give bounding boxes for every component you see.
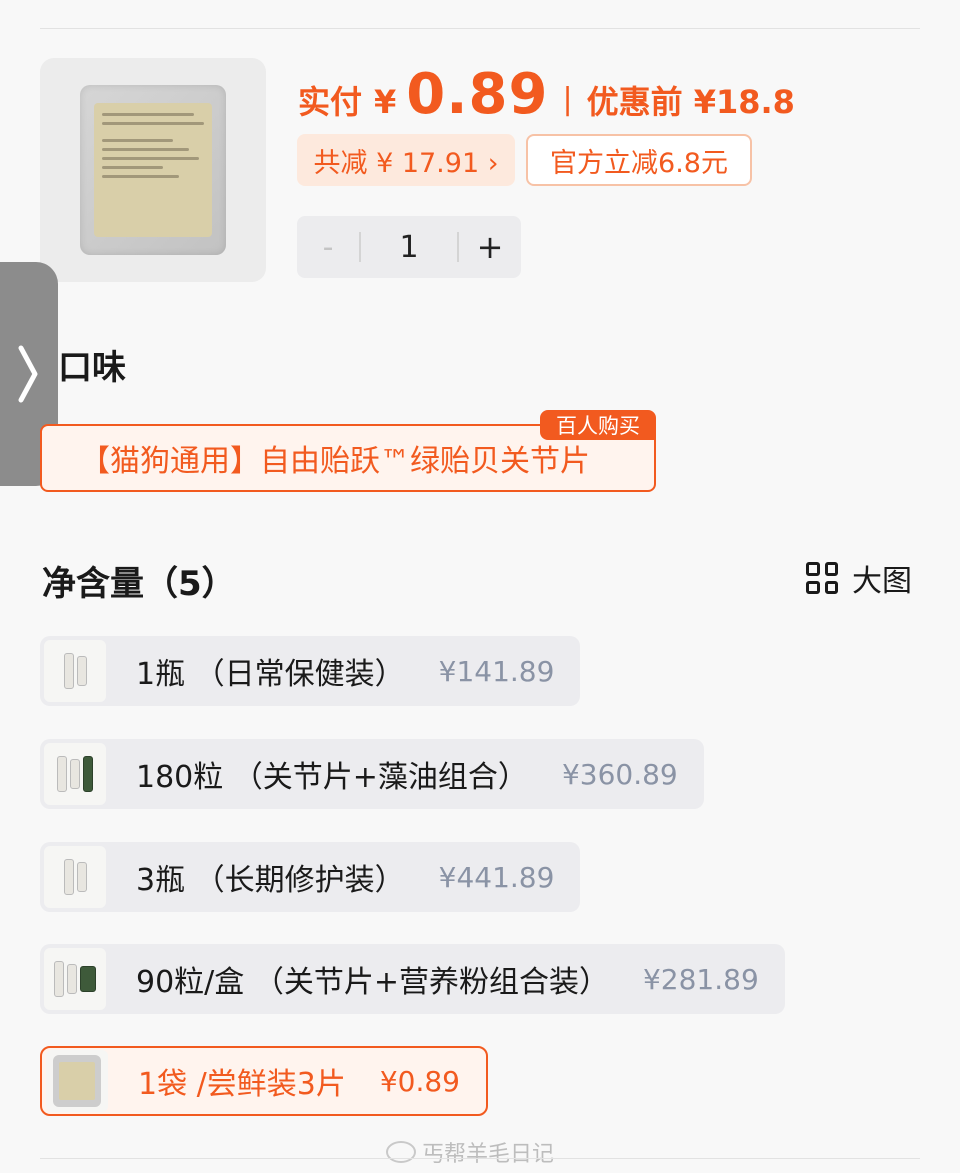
option-price: ¥0.89 [379,1064,460,1098]
before-discount-price: 优惠前 ¥18.8 [586,83,795,121]
quantity-value[interactable]: 1 [361,230,457,265]
option-thumbnail [44,948,106,1010]
total-reduction-chip[interactable]: 共减 ¥ 17.91 › [297,134,515,186]
top-divider [40,28,920,29]
watermark: 丐帮羊毛日记 [386,1136,554,1168]
flavor-section-title: 口味 [58,348,126,388]
price-line: 实付 ¥ 0.89 | 优惠前 ¥18.8 [298,62,795,127]
option-name: 180粒 （关节片+藻油组合） [136,760,528,795]
option-thumbnail [46,1050,108,1112]
price-separator: | [562,82,573,117]
popularity-badge: 百人购买 [540,410,656,440]
option-price: ¥360.89 [561,757,678,791]
watermark-text: 丐帮羊毛日记 [422,1142,555,1167]
size-option-2[interactable]: 180粒 （关节片+藻油组合） ¥360.89 [40,739,704,809]
option-name: 90粒/盒 （关节片+营养粉组合装） [136,965,609,1000]
option-thumbnail [44,743,106,805]
paid-label: 实付 [298,83,363,121]
option-thumbnail [44,640,106,702]
option-thumbnail [44,846,106,908]
product-image[interactable] [40,58,266,282]
bottom-divider [40,1158,920,1159]
size-option-3[interactable]: 3瓶 （长期修护装） ¥441.89 [40,842,581,912]
option-name: 3瓶 （长期修护装） [136,863,405,898]
option-price: ¥441.89 [438,860,555,894]
quantity-stepper: - 1 + [297,216,521,278]
official-discount-chip: 官方立减6.8元 [526,134,752,186]
size-option-4[interactable]: 90粒/盒 （关节片+营养粉组合装） ¥281.89 [40,944,785,1014]
paid-amount: 0.89 [406,62,549,127]
chevron-right-icon [18,345,38,403]
option-price: ¥141.89 [438,654,555,688]
decrease-button[interactable]: - [297,230,359,265]
option-name: 1袋 /尝鲜装3片 [138,1067,346,1102]
size-option-5-selected[interactable]: 1袋 /尝鲜装3片 ¥0.89 [40,1046,488,1116]
size-option-1[interactable]: 1瓶 （日常保健装） ¥141.89 [40,636,581,706]
option-price: ¥281.89 [642,962,759,996]
sachet-product-image [80,85,226,255]
grid-icon [806,562,838,594]
weibo-icon [386,1141,416,1163]
size-section-title: 净含量（5） [42,564,236,604]
option-name: 1瓶 （日常保健装） [136,657,405,692]
big-view-label: 大图 [852,564,912,599]
increase-button[interactable]: + [459,228,521,266]
big-view-toggle[interactable]: 大图 [806,556,912,600]
paid-currency: ¥ [374,83,397,121]
